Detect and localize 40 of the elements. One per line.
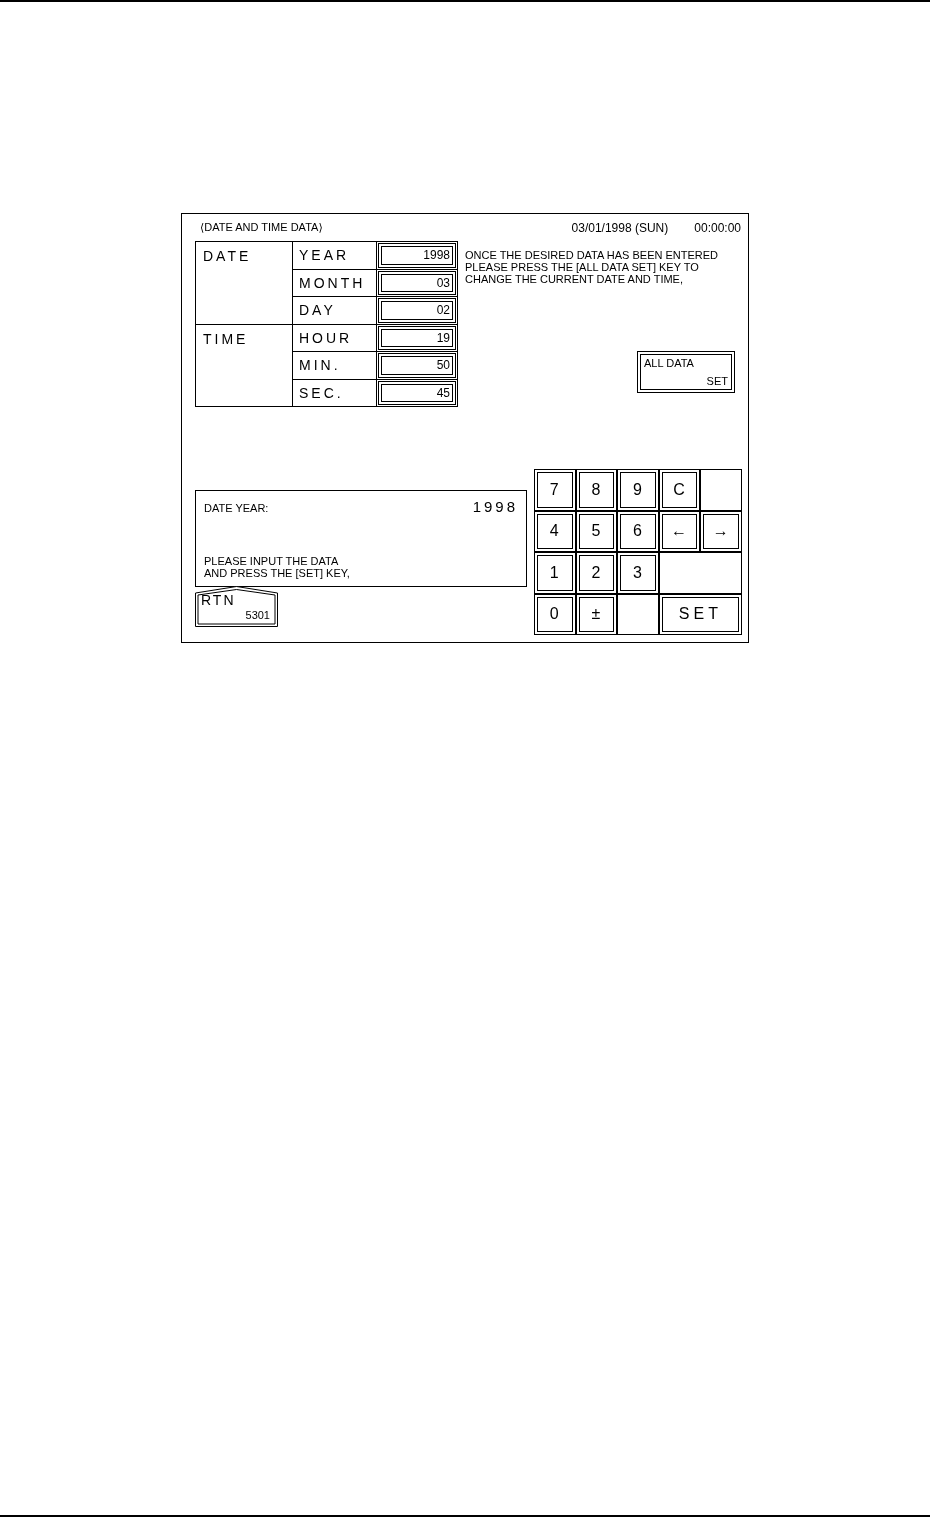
value-field[interactable]: 02 (378, 298, 456, 323)
keypad-key[interactable]: 7 (534, 469, 576, 511)
field-label: YEAR (293, 242, 377, 269)
keypad-key[interactable]: 6 (617, 510, 659, 552)
value-field[interactable]: 1998 (378, 243, 456, 268)
instruction-text: ONCE THE DESIRED DATA HAS BEEN ENTERED PLEASE PRESS THE [ALL DATA SET] KEY TO CHANGE THE CURRENT DATE AND TIME, (465, 249, 720, 285)
keypad-key[interactable]: C (658, 469, 701, 511)
screen-title: ⟨DATE AND TIME DATA⟩ (200, 221, 323, 234)
value-field[interactable]: 45 (378, 380, 456, 405)
prompt-text: PLEASE INPUT THE DATA AND PRESS THE [SET] KEY, (204, 555, 351, 579)
keypad-key[interactable]: 2 (575, 552, 618, 594)
keypad-key[interactable]: ± (575, 593, 618, 635)
field-label: MONTH (293, 269, 377, 296)
field-label: SEC. (293, 379, 377, 406)
keypad-key[interactable]: 1 (534, 552, 576, 594)
field-label: HOUR (293, 324, 377, 351)
date-text: 03/01/1998 (SUN) (571, 220, 669, 235)
keypad-key[interactable]: 5 (575, 510, 618, 552)
keypad-key[interactable]: 4 (534, 510, 576, 552)
keypad-key[interactable]: 9 (617, 469, 659, 511)
return-button[interactable]: RTN 5301 (195, 586, 278, 627)
time-text: 00:00:00 (694, 220, 741, 235)
group-label: DATE (196, 242, 293, 324)
blank-key (700, 469, 742, 511)
entry-label: DATE YEAR: (204, 502, 269, 514)
field-label: MIN. (293, 352, 377, 379)
group-label: TIME (196, 324, 293, 406)
keypad-key[interactable]: 3 (617, 552, 659, 594)
value-field[interactable]: 03 (378, 270, 456, 295)
keypad-key[interactable]: → (700, 510, 742, 552)
blank-key (617, 593, 659, 635)
keypad-key[interactable]: ← (658, 510, 701, 552)
value-field[interactable]: 50 (378, 353, 456, 378)
value-field[interactable]: 19 (378, 325, 456, 350)
entry-value: 1998 (472, 498, 518, 515)
keypad-key[interactable]: SET (658, 593, 742, 635)
field-label: DAY (293, 297, 377, 324)
all-data-set-button[interactable]: ALL DATA SET (637, 351, 735, 393)
keypad-key[interactable]: 8 (575, 469, 618, 511)
keypad-key[interactable]: 0 (534, 593, 576, 635)
